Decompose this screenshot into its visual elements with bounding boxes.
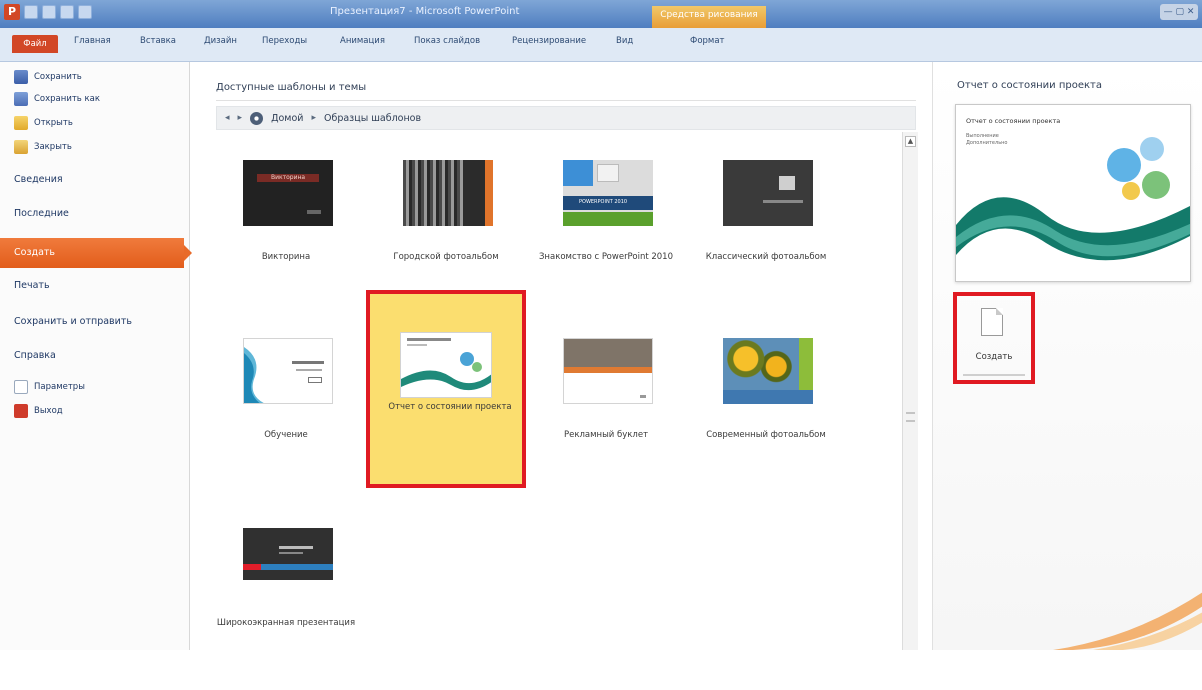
template-label: Рекламный буклет <box>563 430 649 440</box>
template-label: Обучение <box>264 430 308 440</box>
back-arrow-icon[interactable]: ◂ <box>225 113 230 123</box>
thumb-text: POWERPOINT 2010 <box>579 199 628 205</box>
options-icon <box>14 380 28 394</box>
template-training[interactable]: Обучение <box>206 320 366 500</box>
preview-thumbnail: Отчет о состоянии проекта Выполнение Доп… <box>955 104 1191 282</box>
undo-icon[interactable] <box>42 5 56 19</box>
tab-view[interactable]: Вид <box>616 36 633 46</box>
nav-exit[interactable]: Выход <box>14 404 63 418</box>
tab-transitions[interactable]: Переходы <box>262 36 307 46</box>
save-icon[interactable] <box>24 5 38 19</box>
window-controls[interactable]: — ▢ ✕ <box>1160 4 1198 20</box>
template-label: Классический фотоальбом <box>705 252 827 262</box>
tab-format[interactable]: Формат <box>690 36 725 46</box>
create-underline <box>963 374 1025 376</box>
backstage-nav: Сохранить Сохранить как Открыть Закрыть … <box>0 62 192 650</box>
nav-open-label: Открыть <box>34 118 73 128</box>
redo-icon[interactable] <box>60 5 74 19</box>
template-classic-album[interactable]: Классический фотоальбом <box>686 142 846 322</box>
nav-open[interactable]: Открыть <box>14 116 73 130</box>
templates-panel: Доступные шаблоны и темы ◂ ▸ Домой ▸ Обр… <box>200 62 920 650</box>
template-label: Современный фотоальбом <box>706 430 826 440</box>
save-icon <box>14 70 28 84</box>
preview-title: Отчет о состоянии проекта <box>957 80 1102 91</box>
template-label: Городской фотоальбом <box>393 252 499 262</box>
scroll-thumb[interactable] <box>906 412 915 422</box>
section-divider <box>216 100 916 101</box>
template-thumbnail <box>563 338 653 404</box>
nav-new[interactable]: Создать <box>0 238 192 268</box>
forward-arrow-icon[interactable]: ▸ <box>238 113 243 123</box>
powerpoint-app-icon[interactable]: P <box>4 4 20 20</box>
vertical-scrollbar[interactable]: ▲ <box>902 132 918 650</box>
tab-review[interactable]: Рецензирование <box>512 36 586 46</box>
title-bar: P Презентация7 - Microsoft PowerPoint Ср… <box>0 0 1202 30</box>
breadcrumb-separator-icon: ▸ <box>311 113 316 123</box>
wave-graphic <box>244 347 264 403</box>
section-title: Доступные шаблоны и темы <box>216 82 367 93</box>
template-thumbnail <box>243 338 333 404</box>
tab-insert[interactable]: Вставка <box>140 36 176 46</box>
tab-slideshow[interactable]: Показ слайдов <box>414 36 480 46</box>
nav-save-label: Сохранить <box>34 72 82 82</box>
close-folder-icon <box>14 140 28 154</box>
template-thumbnail <box>400 332 492 398</box>
template-thumbnail <box>723 338 813 404</box>
template-label: Знакомство с PowerPoint 2010 <box>538 252 673 262</box>
breadcrumb: ◂ ▸ Домой ▸ Образцы шаблонов <box>216 106 916 130</box>
template-label: Отчет о состоянии проекта <box>388 402 512 412</box>
customize-qat-icon[interactable] <box>78 5 92 19</box>
nav-save[interactable]: Сохранить <box>14 70 82 84</box>
nav-save-as-label: Сохранить как <box>34 94 100 104</box>
template-thumbnail <box>723 160 813 226</box>
breadcrumb-current: Образцы шаблонов <box>323 112 422 124</box>
tab-file[interactable]: Файл <box>12 35 58 53</box>
template-modern-album[interactable]: Современный фотоальбом <box>686 320 846 500</box>
nav-exit-label: Выход <box>34 406 63 416</box>
nav-options[interactable]: Параметры <box>14 380 85 394</box>
open-folder-icon <box>14 116 28 130</box>
scroll-up-icon[interactable]: ▲ <box>905 136 916 147</box>
create-button-label: Создать <box>975 352 1013 362</box>
tab-home[interactable]: Главная <box>74 36 111 46</box>
save-as-icon <box>14 92 28 106</box>
template-thumbnail: POWERPOINT 2010 <box>563 160 653 226</box>
template-widescreen-presentation[interactable]: Широкоэкранная презентация <box>206 510 366 690</box>
template-label: Широкоэкранная презентация <box>216 618 356 628</box>
ribbon-tabs: Файл Главная Вставка Дизайн Переходы Ани… <box>0 28 1202 62</box>
tab-design[interactable]: Дизайн <box>204 36 237 46</box>
template-thumbnail: Викторина <box>243 160 333 226</box>
wave-graphic <box>401 352 491 391</box>
exit-icon <box>14 404 28 418</box>
template-thumbnail <box>403 160 493 226</box>
template-preview-pane: Отчет о состоянии проекта Отчет о состоя… <box>932 62 1202 650</box>
nav-close-label: Закрыть <box>34 142 72 152</box>
template-label: Викторина <box>261 252 311 262</box>
template-advertising-booklet[interactable]: Рекламный буклет <box>526 320 686 500</box>
nav-close[interactable]: Закрыть <box>14 140 72 154</box>
home-icon[interactable] <box>250 111 264 125</box>
wave-graphic <box>956 137 1190 261</box>
new-document-icon <box>981 308 1003 336</box>
nav-print[interactable]: Печать <box>14 280 50 291</box>
template-quiz[interactable]: Викторина Викторина <box>206 142 366 322</box>
template-intro-powerpoint[interactable]: POWERPOINT 2010 Знакомство с PowerPoint … <box>526 142 686 322</box>
breadcrumb-home[interactable]: Домой <box>271 113 303 124</box>
nav-options-label: Параметры <box>34 382 85 392</box>
context-tab-group-label: Средства рисования <box>652 6 766 30</box>
quick-access-toolbar: P <box>4 4 92 20</box>
nav-save-as[interactable]: Сохранить как <box>14 92 100 106</box>
nav-info[interactable]: Сведения <box>14 174 63 185</box>
decorative-swoosh <box>1053 592 1202 650</box>
create-button[interactable]: Создать <box>953 292 1035 384</box>
nav-save-and-send[interactable]: Сохранить и отправить <box>14 316 132 327</box>
window-title: Презентация7 - Microsoft PowerPoint <box>330 6 520 17</box>
nav-help[interactable]: Справка <box>14 350 56 361</box>
tab-animations[interactable]: Анимация <box>340 36 385 46</box>
nav-recent[interactable]: Последние <box>14 208 69 219</box>
thumb-text: Викторина <box>271 174 306 181</box>
template-thumbnail <box>243 528 333 580</box>
template-project-status-report[interactable]: Отчет о состоянии проекта <box>366 290 526 488</box>
